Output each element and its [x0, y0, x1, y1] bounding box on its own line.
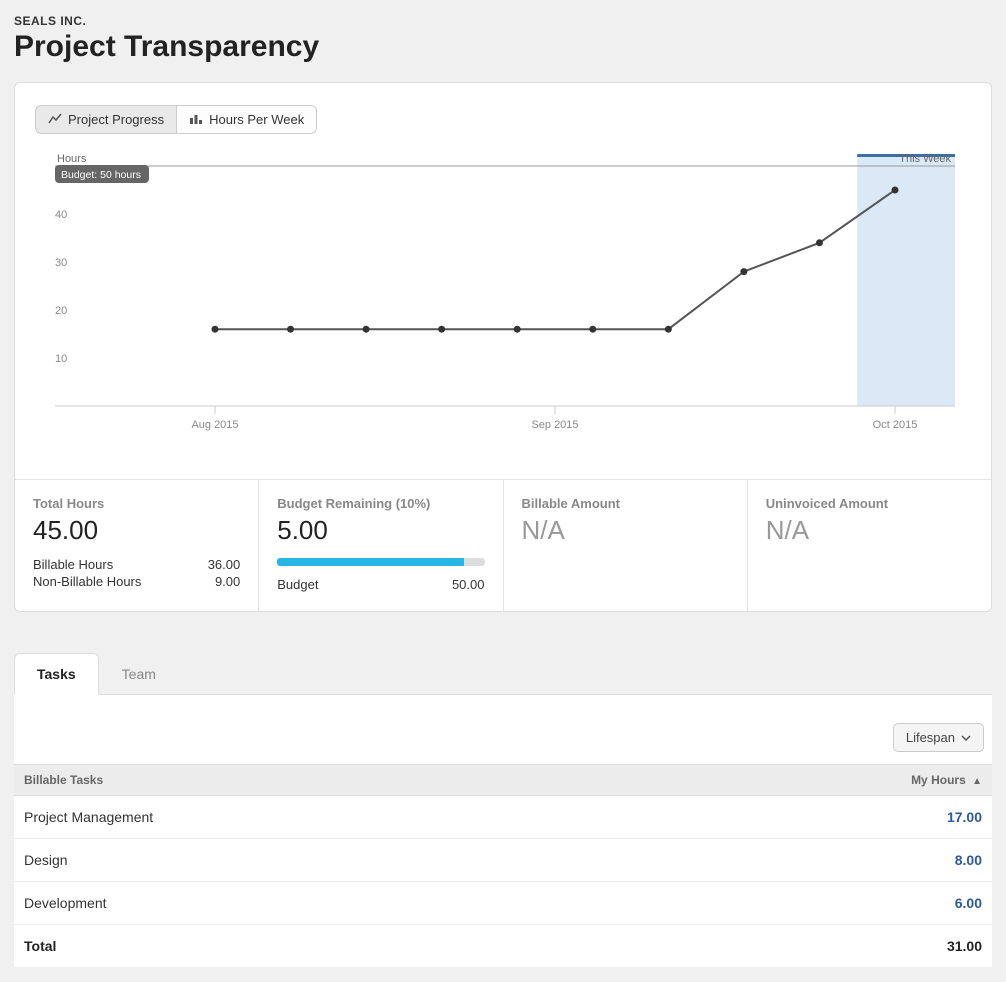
line-chart-icon: [48, 113, 62, 127]
tab-hours-per-week[interactable]: Hours Per Week: [177, 105, 317, 134]
stat-billable-amount-label: Billable Amount: [522, 496, 729, 511]
budget-label: Budget: [277, 577, 318, 592]
tab-hours-per-week-label: Hours Per Week: [209, 112, 304, 127]
total-value: 31.00: [622, 925, 992, 968]
svg-text:Sep 2015: Sep 2015: [531, 419, 578, 431]
stat-budget-remaining-label: Budget Remaining (10%): [277, 496, 484, 511]
stat-budget-remaining-value: 5.00: [277, 515, 484, 546]
stat-uninvoiced-amount: Uninvoiced Amount N/A: [748, 480, 991, 611]
col-billable-tasks[interactable]: Billable Tasks: [14, 765, 622, 796]
billable-hours-label: Billable Hours: [33, 557, 113, 572]
table-row[interactable]: Development6.00: [14, 882, 992, 925]
lower-tabs: Tasks Team: [14, 652, 992, 695]
tasks-table: Billable Tasks My Hours ▲ Project Manage…: [14, 764, 992, 968]
svg-text:Budget: 50 hours: Budget: 50 hours: [61, 169, 141, 181]
page-title: Project Transparency: [14, 30, 992, 64]
stat-total-hours-label: Total Hours: [33, 496, 240, 511]
sort-asc-icon: ▲: [972, 776, 982, 787]
svg-text:Oct 2015: Oct 2015: [873, 419, 918, 431]
nonbillable-hours-value: 9.00: [215, 574, 240, 589]
tab-team[interactable]: Team: [99, 653, 179, 695]
tab-project-progress-label: Project Progress: [68, 112, 164, 127]
company-name: SEALS INC.: [14, 14, 992, 28]
svg-text:20: 20: [55, 305, 67, 317]
svg-text:Hours: Hours: [57, 153, 87, 165]
budget-progress-fill: [277, 558, 464, 566]
col-my-hours[interactable]: My Hours ▲: [622, 765, 992, 796]
task-hours: 6.00: [622, 882, 992, 925]
stat-uninvoiced-amount-label: Uninvoiced Amount: [766, 496, 973, 511]
budget-value: 50.00: [452, 577, 485, 592]
task-name: Project Management: [14, 796, 622, 839]
tab-tasks[interactable]: Tasks: [14, 653, 99, 695]
stat-budget-remaining: Budget Remaining (10%) 5.00 Budget 50.00: [259, 480, 503, 611]
stat-total-hours-value: 45.00: [33, 515, 240, 546]
svg-text:Aug 2015: Aug 2015: [191, 419, 238, 431]
chart-view-segmented: Project Progress Hours Per Week: [35, 105, 317, 134]
svg-text:30: 30: [55, 257, 67, 269]
progress-chart: 10 20 30 40 Aug 2015 Sep 2015 Oct 2015 Hours Thi…: [35, 146, 971, 449]
tab-project-progress[interactable]: Project Progress: [35, 105, 177, 134]
budget-progress-bar: [277, 558, 484, 566]
lifespan-filter-label: Lifespan: [906, 730, 955, 745]
lifespan-filter[interactable]: Lifespan: [893, 723, 984, 752]
nonbillable-hours-label: Non-Billable Hours: [33, 574, 141, 589]
table-row[interactable]: Design8.00: [14, 839, 992, 882]
chevron-down-icon: [961, 730, 971, 745]
col-my-hours-label: My Hours: [911, 773, 966, 787]
summary-card: Project Progress Hours Per Week 10 20 30 40…: [14, 82, 992, 612]
svg-text:10: 10: [55, 353, 67, 365]
task-name: Development: [14, 882, 622, 925]
task-hours: 17.00: [622, 796, 992, 839]
task-hours: 8.00: [622, 839, 992, 882]
stat-billable-amount-value: N/A: [522, 515, 729, 546]
task-name: Design: [14, 839, 622, 882]
table-row[interactable]: Project Management17.00: [14, 796, 992, 839]
table-row-total: Total31.00: [14, 925, 992, 968]
stat-total-hours: Total Hours 45.00 Billable Hours 36.00 N…: [15, 480, 259, 611]
total-label: Total: [14, 925, 622, 968]
billable-hours-value: 36.00: [208, 557, 241, 572]
bar-chart-icon: [189, 113, 203, 127]
stat-uninvoiced-amount-value: N/A: [766, 515, 973, 546]
stat-billable-amount: Billable Amount N/A: [504, 480, 748, 611]
svg-text:This Week: This Week: [899, 153, 951, 165]
tasks-panel: Lifespan Billable Tasks My Hours ▲ Proje…: [14, 695, 992, 968]
svg-text:40: 40: [55, 209, 67, 221]
